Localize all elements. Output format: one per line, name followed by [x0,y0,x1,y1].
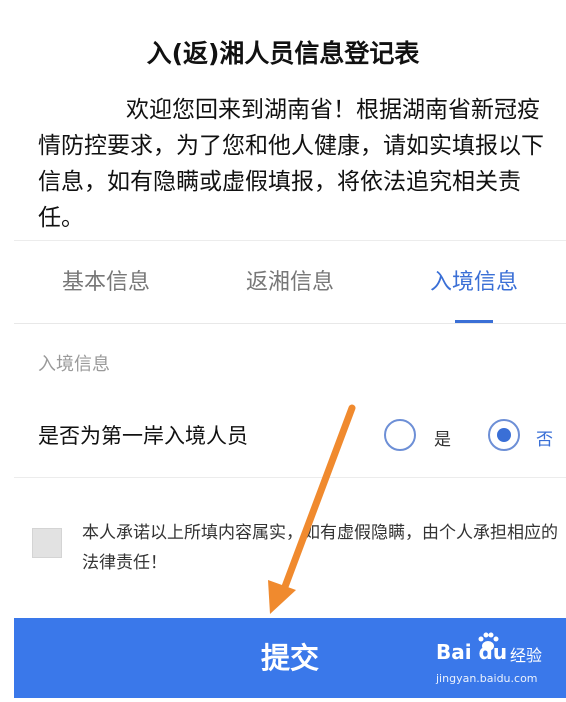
agreement-text: 本人承诺以上所填内容属实，如有虚假隐瞒，由个人承担相应的法律责任！ [82,523,558,573]
tab-label: 基本信息 [61,270,150,295]
tab-entry-info[interactable]: 入境信息 [382,241,566,323]
baidu-watermark: Bai du 经验 jingyan.baidu.com [436,632,562,690]
question-label: 是否为第一岸入境人员 [38,424,248,448]
tab-bar: 基本信息 返湘信息 入境信息 [14,240,566,324]
radio-yes[interactable] [384,419,416,451]
tab-label: 入境信息 [429,270,518,295]
radio-yes-label[interactable]: 是 [434,425,451,450]
watermark-sub-text: 经验 [510,646,543,665]
radio-no-label[interactable]: 否 [536,425,553,450]
watermark-url: jingyan.baidu.com [436,672,538,685]
active-tab-indicator [455,320,493,323]
tab-label: 返湘信息 [245,270,334,295]
question-row: 是否为第一岸入境人员 是 否 [14,394,566,478]
tab-return-info[interactable]: 返湘信息 [198,241,382,323]
tab-basic-info[interactable]: 基本信息 [14,241,198,323]
page-title: 入(返)湘人员信息登记表 [146,39,420,68]
radio-no[interactable] [488,419,520,451]
intro-text: 欢迎您回来到湖南省！根据湖南省新冠疫情防控要求，为了您和他人健康，请如实填报以下… [38,97,544,231]
section-label: 入境信息 [38,354,110,375]
agreement-checkbox[interactable] [32,528,62,558]
radio-selected-dot [497,428,511,442]
paw-icon [478,632,499,651]
